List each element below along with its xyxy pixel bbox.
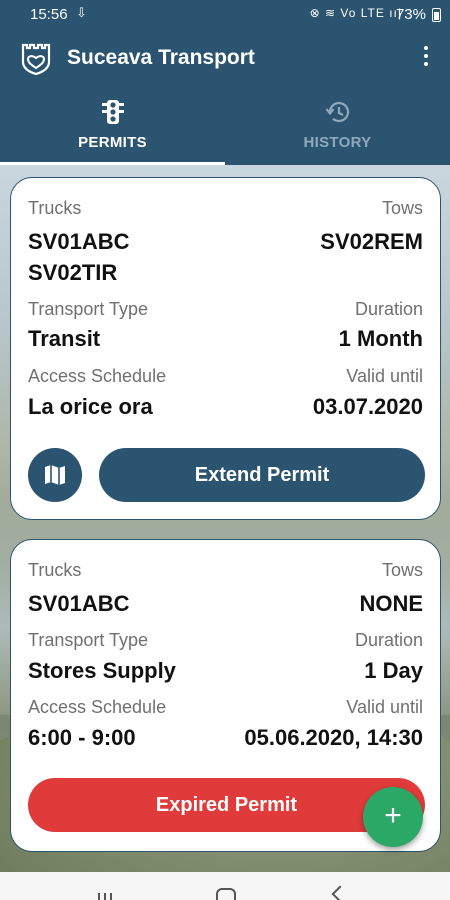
home-icon[interactable] (216, 888, 236, 900)
tab-permits-label: PERMITS (78, 134, 147, 151)
system-nav-bar (0, 872, 450, 900)
status-bar: 15:56 ⇩ ⊗ ≋ Vo LTE ıı| 73% (0, 0, 450, 30)
extend-permit-button[interactable]: Extend Permit (99, 448, 425, 502)
battery-level: 73% (395, 6, 426, 23)
tab-permits[interactable]: PERMITS (0, 88, 225, 165)
truck-plate: SV02TIR (28, 260, 118, 285)
valid-until-value: 03.07.2020 (312, 394, 423, 419)
duration-label: Duration (354, 299, 423, 319)
tab-history-label: HISTORY (303, 134, 372, 151)
valid-until-value: 05.06.2020, 14:30 (244, 725, 423, 750)
trucks-label: Trucks (28, 560, 82, 580)
overflow-menu-icon[interactable] (422, 46, 430, 68)
traffic-light-icon (101, 100, 124, 124)
transport-type-label: Transport Type (28, 630, 149, 650)
access-schedule-label: Access Schedule (28, 697, 167, 717)
recents-icon[interactable] (98, 890, 116, 900)
permit-card: Trucks Tows SV01ABC SV02TIR SV02REM Tran… (10, 177, 441, 520)
add-permit-button[interactable]: + (363, 787, 423, 847)
access-schedule-value: La orice ora (28, 394, 153, 419)
access-schedule-value: 6:00 - 9:00 (28, 725, 136, 750)
status-time: 15:56 (30, 6, 68, 23)
tows-value: SV02REM (320, 229, 423, 254)
trucks-value: SV01ABC SV02TIR (28, 226, 129, 288)
transport-type-value: Transit (28, 326, 101, 351)
city-logo-icon (21, 43, 51, 75)
history-icon (325, 101, 349, 123)
truck-plate: SV01ABC (28, 591, 130, 616)
app-bar: Suceava Transport (0, 30, 450, 88)
transport-type-value: Stores Supply (28, 658, 176, 683)
back-icon[interactable] (331, 885, 349, 900)
status-icons: ⊗ ≋ Vo LTE ıı| (309, 6, 402, 20)
tab-bar: PERMITS HISTORY (0, 88, 450, 165)
access-schedule-label: Access Schedule (28, 366, 167, 386)
permits-list[interactable]: Trucks Tows SV01ABC SV02TIR SV02REM Tran… (0, 165, 450, 872)
trucks-value: SV01ABC (28, 588, 129, 619)
duration-label: Duration (354, 630, 423, 650)
tows-value: NONE (359, 591, 423, 616)
plus-icon: + (384, 799, 402, 832)
tows-label: Tows (381, 560, 423, 580)
transport-type-label: Transport Type (28, 299, 149, 319)
app-title: Suceava Transport (67, 46, 255, 69)
tows-label: Tows (381, 198, 423, 218)
trucks-label: Trucks (28, 198, 82, 218)
valid-until-label: Valid until (346, 697, 423, 717)
duration-value: 1 Day (364, 658, 423, 683)
map-icon (45, 465, 65, 485)
map-button[interactable] (28, 448, 82, 502)
battery-icon (432, 8, 441, 22)
duration-value: 1 Month (338, 326, 423, 351)
valid-until-label: Valid until (346, 366, 423, 386)
truck-plate: SV01ABC (28, 229, 130, 254)
tab-history[interactable]: HISTORY (225, 88, 450, 165)
download-icon: ⇩ (76, 5, 87, 20)
